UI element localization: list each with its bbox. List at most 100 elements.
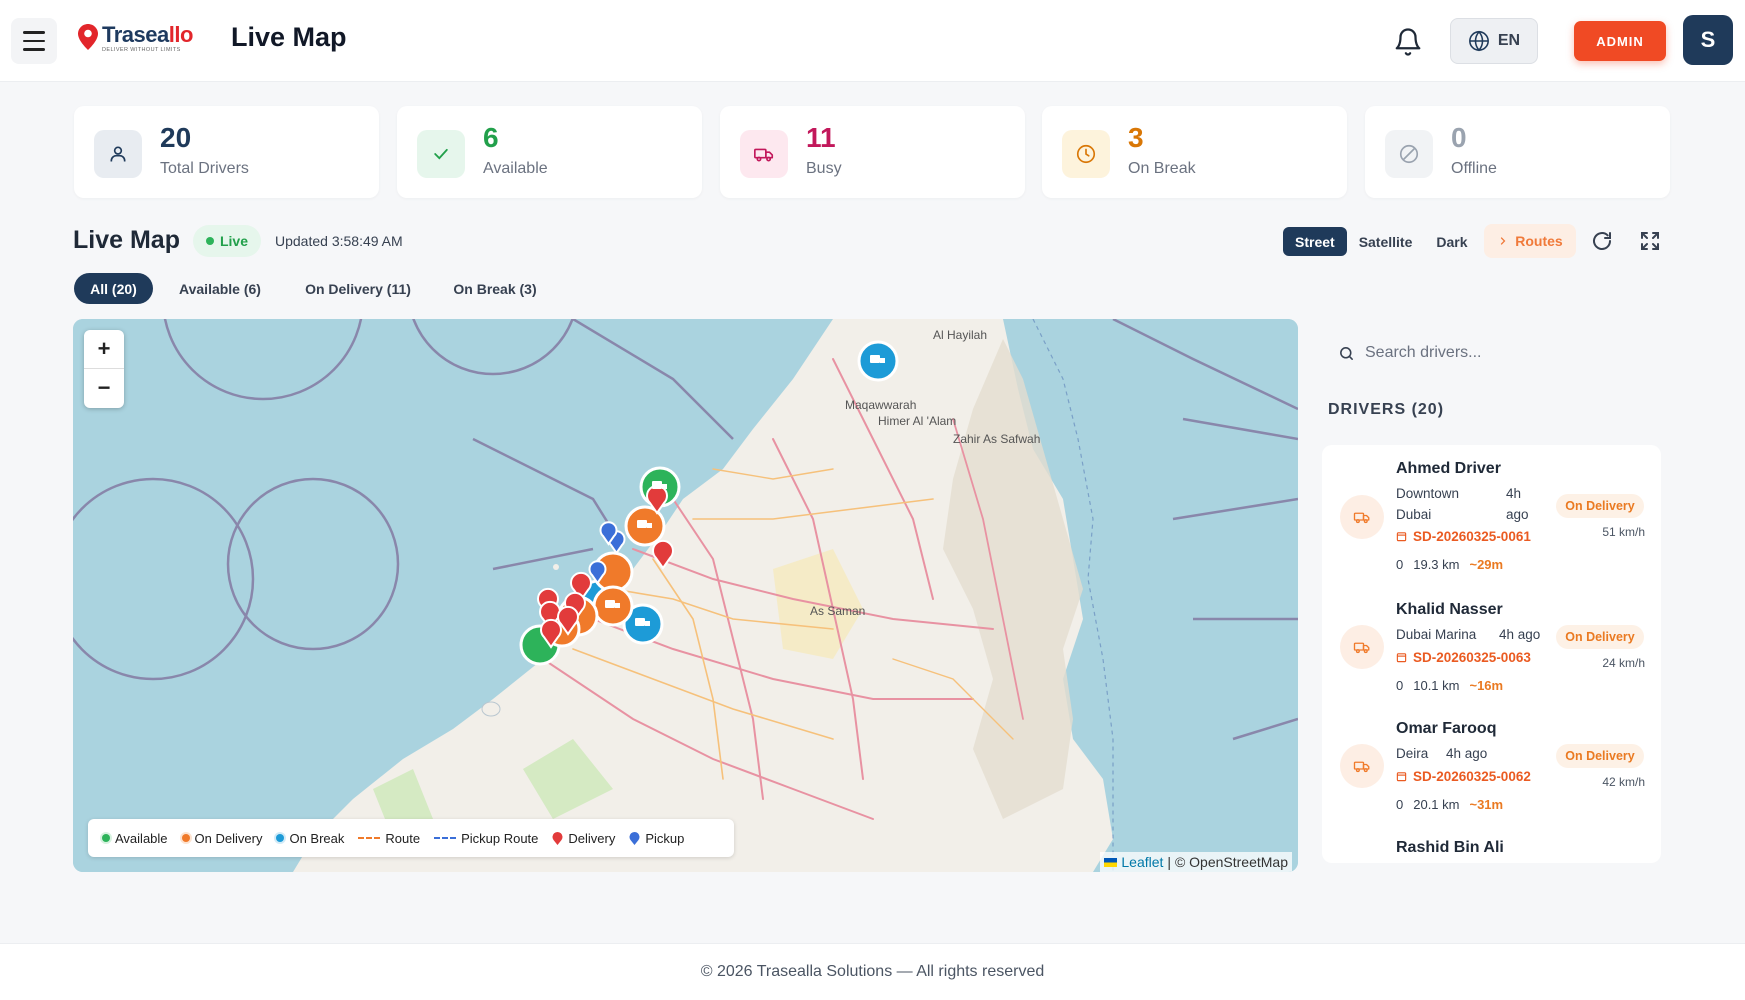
search-icon	[1340, 346, 1353, 360]
driver-avatar	[1340, 744, 1384, 788]
blue-dash-icon	[434, 837, 457, 839]
drivers-list-title: DRIVERS (20)	[1328, 401, 1445, 418]
filter-tab-on-delivery[interactable]: On Delivery (11)	[294, 273, 422, 304]
filter-tab-on-break[interactable]: On Break (3)	[442, 273, 548, 304]
driver-avatar	[1340, 625, 1384, 669]
legend-label: Available	[115, 830, 168, 846]
driver-order-id[interactable]: SD-20260325-0063	[1396, 650, 1531, 665]
driver-last-seen: 4h ago	[1446, 746, 1488, 761]
stat-label: Busy	[806, 160, 842, 177]
place-label-as-saman: As Saman	[810, 604, 865, 618]
driver-list: Ahmed Driver Downtown Dubai 4h ago SD-2026…	[1322, 445, 1661, 863]
menu-toggle-button[interactable]	[11, 18, 57, 64]
map-style-switcher: Street Satellite Dark	[1283, 227, 1480, 256]
map-style-street-button[interactable]: Street	[1283, 227, 1347, 256]
routes-toggle-button[interactable]: Routes	[1484, 224, 1576, 258]
zoom-control: + −	[84, 330, 124, 408]
driver-search-input[interactable]	[1365, 344, 1645, 362]
fullscreen-icon[interactable]	[1638, 229, 1662, 253]
legend-label: Delivery	[568, 830, 616, 846]
stat-card-available: 6 Available	[397, 106, 702, 198]
driver-speed: 51 km/h	[1602, 525, 1645, 539]
driver-list-item[interactable]: Omar Farooq Deira 4h ago SD-20260325-006…	[1322, 705, 1661, 823]
stat-icon-box	[94, 130, 142, 178]
driver-order-id[interactable]: SD-20260325-0061	[1396, 529, 1531, 544]
legend-label: On Delivery	[194, 830, 263, 846]
legend-label: Pickup	[645, 830, 685, 846]
driver-list-item[interactable]: Khalid Nasser Dubai Marina 4h ago SD-202…	[1322, 586, 1661, 704]
last-updated-text: Updated 3:58:49 AM	[275, 233, 403, 249]
orange-dash-icon	[358, 837, 381, 839]
driver-list-item[interactable]: Ahmed Driver Downtown Dubai 4h ago SD-2026…	[1322, 445, 1661, 575]
footer-copyright: © 2026 Trasealla Solutions — All rights …	[700, 963, 1045, 980]
driver-route-meta: 0 20.1 km ~31m	[1396, 797, 1504, 812]
legend-available: Available	[102, 831, 168, 846]
driver-route-meta: 0 19.3 km ~29m	[1396, 557, 1504, 572]
stat-card-busy: 11 Busy	[720, 106, 1025, 198]
stat-value: 0	[1451, 122, 1467, 153]
truck-icon	[1353, 642, 1370, 654]
place-label-al-hayilah: Al Hayilah	[933, 328, 987, 342]
package-icon	[1396, 772, 1407, 782]
language-label: EN	[1497, 32, 1521, 49]
driver-location: Deira	[1396, 746, 1429, 761]
driver-speed: 24 km/h	[1602, 656, 1645, 670]
driver-order-id[interactable]: SD-20260325-0062	[1396, 769, 1531, 784]
stat-card-on-break: 3 On Break	[1042, 106, 1347, 198]
admin-button[interactable]: ADMIN	[1574, 21, 1666, 61]
logo-tagline: DELIVER WITHOUT LIMITS	[102, 47, 181, 53]
legend-pickup-route: Pickup Route	[434, 831, 538, 846]
driver-speed: 42 km/h	[1602, 775, 1645, 789]
map-tiles: Al Hayilah Maqawwarah Himer Al 'Alam Zah…	[73, 319, 1298, 872]
map-style-satellite-button[interactable]: Satellite	[1347, 227, 1425, 256]
truck-icon	[1353, 512, 1370, 524]
stat-label: Available	[483, 160, 548, 177]
truck-icon	[1353, 761, 1370, 773]
status-badge: On Delivery	[1556, 494, 1644, 518]
red-pin-icon	[552, 831, 563, 845]
stat-label: On Break	[1128, 160, 1196, 177]
user-icon	[110, 146, 126, 162]
driver-search-box	[1330, 333, 1660, 373]
driver-location: Dubai Marina	[1396, 627, 1477, 642]
zoom-in-button[interactable]: +	[84, 330, 124, 368]
filter-tab-all[interactable]: All (20)	[74, 273, 153, 304]
orange-dot-icon	[181, 834, 190, 842]
driver-location: Downtown Dubai	[1396, 486, 1460, 522]
legend-on-break: On Break	[276, 831, 344, 846]
driver-name: Rashid Bin Ali	[1396, 839, 1504, 856]
driver-last-seen: 4h ago	[1506, 486, 1529, 522]
status-badge: On Delivery	[1556, 625, 1644, 649]
place-label-zahir-as-safwah: Zahir As Safwah	[953, 432, 1040, 446]
stat-label: Offline	[1451, 160, 1497, 177]
language-selector-button[interactable]: EN	[1450, 18, 1538, 64]
notification-bell-icon[interactable]	[1393, 27, 1423, 57]
live-map[interactable]: Al Hayilah Maqawwarah Himer Al 'Alam Zah…	[73, 319, 1298, 872]
blue-dot-icon	[276, 834, 285, 842]
refresh-icon[interactable]	[1590, 229, 1614, 253]
driver-list-item[interactable]: Rashid Bin Ali	[1322, 824, 1661, 863]
map-legend: Available On Delivery On Break Route Pic…	[88, 819, 734, 857]
live-label: Live	[219, 233, 248, 249]
map-style-dark-button[interactable]: Dark	[1424, 227, 1479, 256]
package-icon	[1396, 532, 1407, 542]
legend-label: Route	[385, 830, 421, 846]
brand-logo[interactable]: Traseallo DELIVER WITHOUT LIMITS	[78, 24, 193, 60]
page-title: Live Map	[231, 22, 347, 52]
check-icon	[434, 148, 448, 160]
zoom-out-button[interactable]: −	[84, 368, 124, 406]
blue-pin-icon	[629, 831, 640, 845]
stat-card-offline: 0 Offline	[1365, 106, 1670, 198]
legend-delivery: Delivery	[552, 831, 615, 846]
live-dot	[205, 237, 214, 245]
clock-icon	[1076, 144, 1096, 164]
routes-label: Routes	[1515, 233, 1563, 249]
hamburger-line	[23, 48, 45, 51]
stat-icon-box	[417, 130, 465, 178]
top-header: Traseallo DELIVER WITHOUT LIMITS Live Ma…	[0, 0, 1745, 82]
filter-tab-available[interactable]: Available (6)	[165, 273, 275, 304]
slash-circle-icon	[1399, 144, 1419, 164]
user-avatar[interactable]: S	[1683, 15, 1733, 65]
leaflet-link[interactable]: Leaflet	[1121, 854, 1163, 870]
stat-value: 11	[806, 122, 836, 153]
